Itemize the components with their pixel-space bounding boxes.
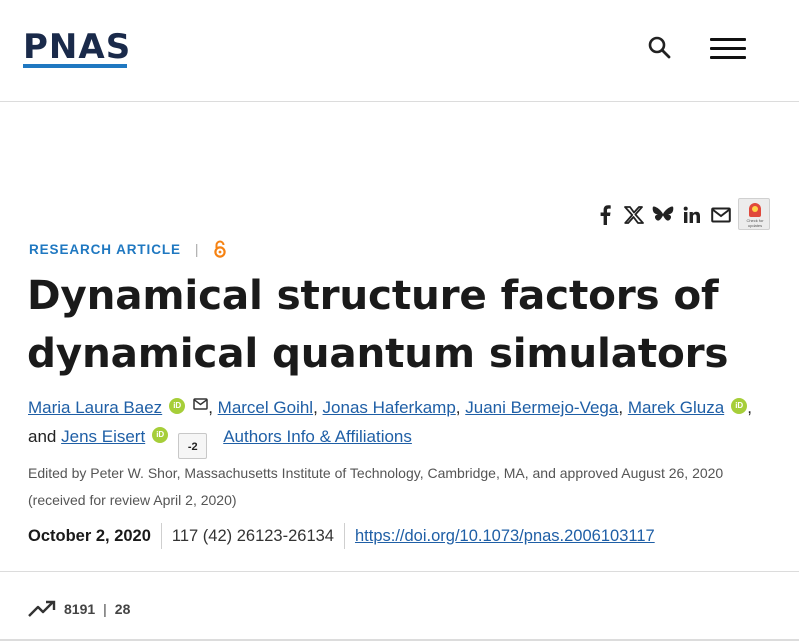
author-separator: , [455, 398, 461, 417]
article-title: Dynamical structure factors of dynamical… [27, 271, 729, 377]
author-link[interactable]: Maria Laura Baez [28, 398, 162, 417]
citations-count: 28 [114, 601, 131, 617]
linkedin-icon [683, 206, 700, 223]
hamburger-menu-icon [710, 47, 746, 50]
divider [343, 523, 345, 549]
author-separator: , [747, 398, 752, 417]
author-separator: , [313, 398, 318, 417]
author-separator: , [208, 398, 213, 417]
crossmark-icon [749, 203, 761, 217]
author-link[interactable]: Marcel Goihl [218, 398, 313, 417]
share-email-button[interactable] [706, 201, 735, 229]
check-for-updates-badge[interactable]: Check for updates [738, 198, 770, 230]
doi-link[interactable]: https://doi.org/10.1073/pnas.2006103117 [355, 527, 655, 546]
editor-note: Edited by Peter W. Shor, Massachusetts I… [28, 465, 724, 508]
author-link[interactable]: Jens Eisert [61, 427, 145, 446]
pnas-logo[interactable]: PNAS [23, 30, 131, 64]
share-bar [590, 200, 735, 230]
share-x-button[interactable] [619, 201, 648, 229]
facebook-icon [600, 205, 611, 225]
publication-date: October 2, 2020 [28, 526, 151, 545]
author-link[interactable]: Jonas Haferkamp [323, 398, 456, 417]
hamburger-menu-icon [710, 38, 746, 41]
metrics-separator: | [103, 601, 107, 617]
x-twitter-icon [623, 206, 644, 224]
author-email-button[interactable] [193, 390, 208, 419]
email-icon [193, 398, 208, 410]
publication-meta: October 2, 2020 117 (42) 26123-26134 htt… [28, 522, 655, 550]
author-link[interactable]: Marek Gluza [628, 398, 724, 417]
orcid-icon[interactable]: iD [169, 398, 186, 414]
check-for-updates-label: Check for updates [746, 218, 764, 228]
citation-info: 117 (42) 26123-26134 [171, 526, 334, 545]
search-button[interactable] [646, 34, 674, 62]
site-header: PNAS [0, 0, 799, 102]
logo-underline [23, 64, 127, 68]
article-type-row: RESEARCH ARTICLE | [29, 240, 227, 258]
author-list: Maria Laura Baez iD, Marcel Goihl, Jonas … [28, 390, 778, 459]
menu-button[interactable] [708, 36, 748, 62]
metrics-bar: 8191 | 28 [0, 571, 799, 641]
share-linkedin-button[interactable] [677, 201, 706, 229]
trending-up-icon [28, 600, 56, 617]
search-icon [648, 36, 671, 59]
article-type-label: RESEARCH ARTICLE [29, 241, 181, 257]
orcid-icon[interactable]: iD [152, 427, 169, 443]
bluesky-icon [652, 206, 673, 221]
divider [160, 523, 162, 549]
separator: | [194, 241, 199, 257]
show-more-authors-button[interactable]: -2 [178, 433, 208, 459]
open-access-icon [213, 240, 226, 258]
views-count: 8191 [64, 601, 96, 617]
author-conjunction: and [28, 427, 57, 446]
authors-affiliations-link[interactable]: Authors Info & Affiliations [223, 427, 412, 446]
email-icon [710, 207, 731, 223]
share-facebook-button[interactable] [590, 201, 619, 229]
author-separator: , [618, 398, 624, 417]
metrics-button[interactable]: 8191 | 28 [28, 600, 130, 618]
orcid-icon[interactable]: iD [731, 398, 748, 414]
hamburger-menu-icon [710, 56, 746, 59]
author-link[interactable]: Juani Bermejo-Vega [465, 398, 618, 417]
share-bluesky-button[interactable] [648, 201, 677, 229]
